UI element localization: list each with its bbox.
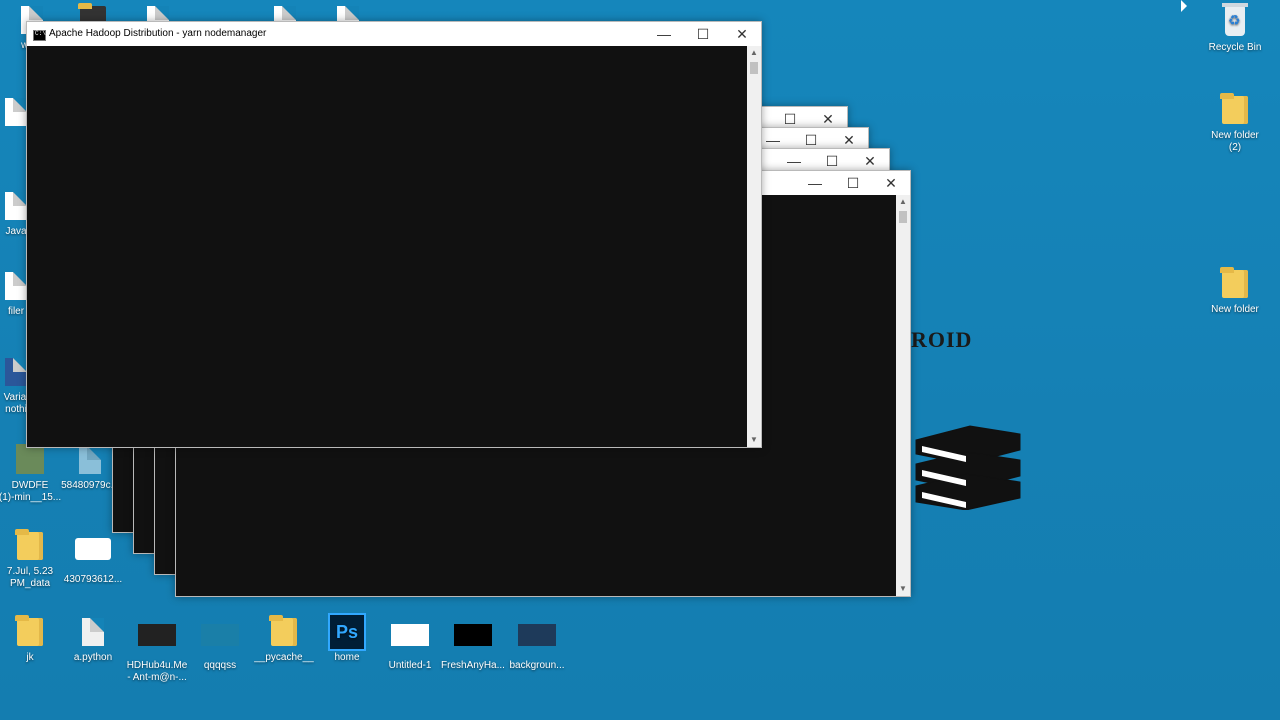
desktop-icon-home[interactable]: Ps home [315, 613, 379, 664]
desktop-icon-python[interactable]: a.python [61, 616, 125, 664]
infinity-icon [75, 538, 111, 560]
new-folder-2-icon [1220, 93, 1248, 124]
desktop-icon-label: Recycle Bin [1208, 42, 1262, 53]
photoshop-icon: Ps [328, 613, 366, 651]
mouse-cursor-icon [1181, 0, 1187, 12]
desktop-icon-qqqqss[interactable]: qqqqss [188, 624, 252, 672]
desktop-icon-label: Untitled-1 [388, 660, 432, 671]
desktop-icon-label: home [334, 652, 360, 663]
desktop-icon-label: __pycache__ [254, 652, 314, 663]
scroll-down-icon[interactable]: ▼ [747, 433, 761, 447]
desktop-icon-jk[interactable]: jk [0, 615, 62, 664]
desktop-icon-untitled[interactable]: Untitled-1 [378, 624, 442, 672]
close-button[interactable]: ✕ [723, 22, 761, 46]
desktop-icon-label: 430793612... [63, 574, 123, 585]
java-file-icon [79, 446, 101, 474]
console-output[interactable] [27, 46, 747, 447]
desktop-icon-new-folder-2[interactable]: New folder (2) [1203, 93, 1267, 154]
desktop-icon-background[interactable]: backgroun... [505, 624, 569, 672]
desktop-icon-freshany[interactable]: FreshAnyHa... [441, 624, 505, 672]
jk-folder-icon [15, 615, 43, 646]
python-icon [82, 618, 104, 646]
folder-icon [15, 529, 43, 560]
desktop-icon-infinity[interactable]: 430793612... [61, 538, 125, 586]
window-title: Apache Hadoop Distribution - yarn nodema… [49, 28, 267, 39]
desktop-icon-recycle-bin[interactable]: Recycle Bin [1203, 3, 1267, 54]
maximize-button[interactable]: ☐ [834, 171, 872, 195]
desktop-icon-label: New folder (2) [1211, 130, 1259, 153]
desktop-icon-label: 7.Jul, 5.23 PM_data [6, 566, 54, 589]
word-doc-icon [5, 358, 27, 386]
photo-icon [16, 444, 44, 474]
desktop-icon-label: jk [26, 652, 34, 663]
pycache-folder-icon [269, 615, 297, 646]
desktop-icon-label: a.python [73, 652, 113, 663]
desktop-icon-label: backgroun... [509, 660, 565, 671]
wallpaper-text: ROID [911, 327, 973, 352]
scroll-thumb[interactable] [899, 211, 907, 223]
desktop[interactable]: word Java filer Varial nothi DWDFE (1)-m… [0, 0, 1280, 720]
untitled-icon [391, 624, 429, 646]
desktop-icon-label: DWDFE (1)-min__15... [0, 480, 62, 503]
new-folder-icon [1220, 267, 1248, 298]
vertical-scrollbar[interactable]: ▲ ▼ [747, 46, 761, 447]
recycle-bin-icon [1222, 3, 1248, 36]
scroll-down-icon[interactable]: ▼ [896, 582, 910, 596]
scroll-up-icon[interactable]: ▲ [896, 195, 910, 209]
video-icon [138, 624, 176, 646]
minimize-button[interactable]: — [645, 22, 683, 46]
desktop-icon-label: qqqqss [203, 660, 237, 671]
desktop-icon-jul-data[interactable]: 7.Jul, 5.23 PM_data [0, 529, 62, 590]
desktop-icon-new-folder[interactable]: New folder [1203, 267, 1267, 316]
minimize-button[interactable]: — [796, 171, 834, 195]
java-icon [5, 192, 27, 220]
desktop-icon-label: FreshAnyHa... [441, 660, 505, 671]
file-icon [5, 98, 27, 126]
freshany-icon [454, 624, 492, 646]
desktop-icon-hdhub[interactable]: HDHub4u.Me - Ant-m@n-... [125, 624, 189, 684]
title-bar[interactable]: Apache Hadoop Distribution - yarn nodema… [27, 22, 761, 46]
vertical-scrollbar[interactable]: ▲ ▼ [896, 195, 910, 596]
desktop-icon-label: New folder [1211, 304, 1259, 315]
desktop-icon-dwdfe[interactable]: DWDFE (1)-min__15... [0, 444, 62, 504]
image-icon [201, 624, 239, 646]
maximize-button[interactable]: ☐ [684, 22, 722, 46]
books-icon [915, 425, 1021, 510]
files-icon [5, 272, 27, 300]
desktop-icon-pycache[interactable]: __pycache__ [252, 615, 316, 664]
scroll-up-icon[interactable]: ▲ [747, 46, 761, 60]
scroll-thumb[interactable] [750, 62, 758, 74]
console-window-nodemanager[interactable]: Apache Hadoop Distribution - yarn nodema… [26, 21, 762, 448]
command-prompt-icon [33, 30, 46, 41]
desktop-icon-label: HDHub4u.Me - Ant-m@n-... [126, 660, 188, 683]
background-icon [518, 624, 556, 646]
close-button[interactable]: ✕ [872, 171, 910, 195]
